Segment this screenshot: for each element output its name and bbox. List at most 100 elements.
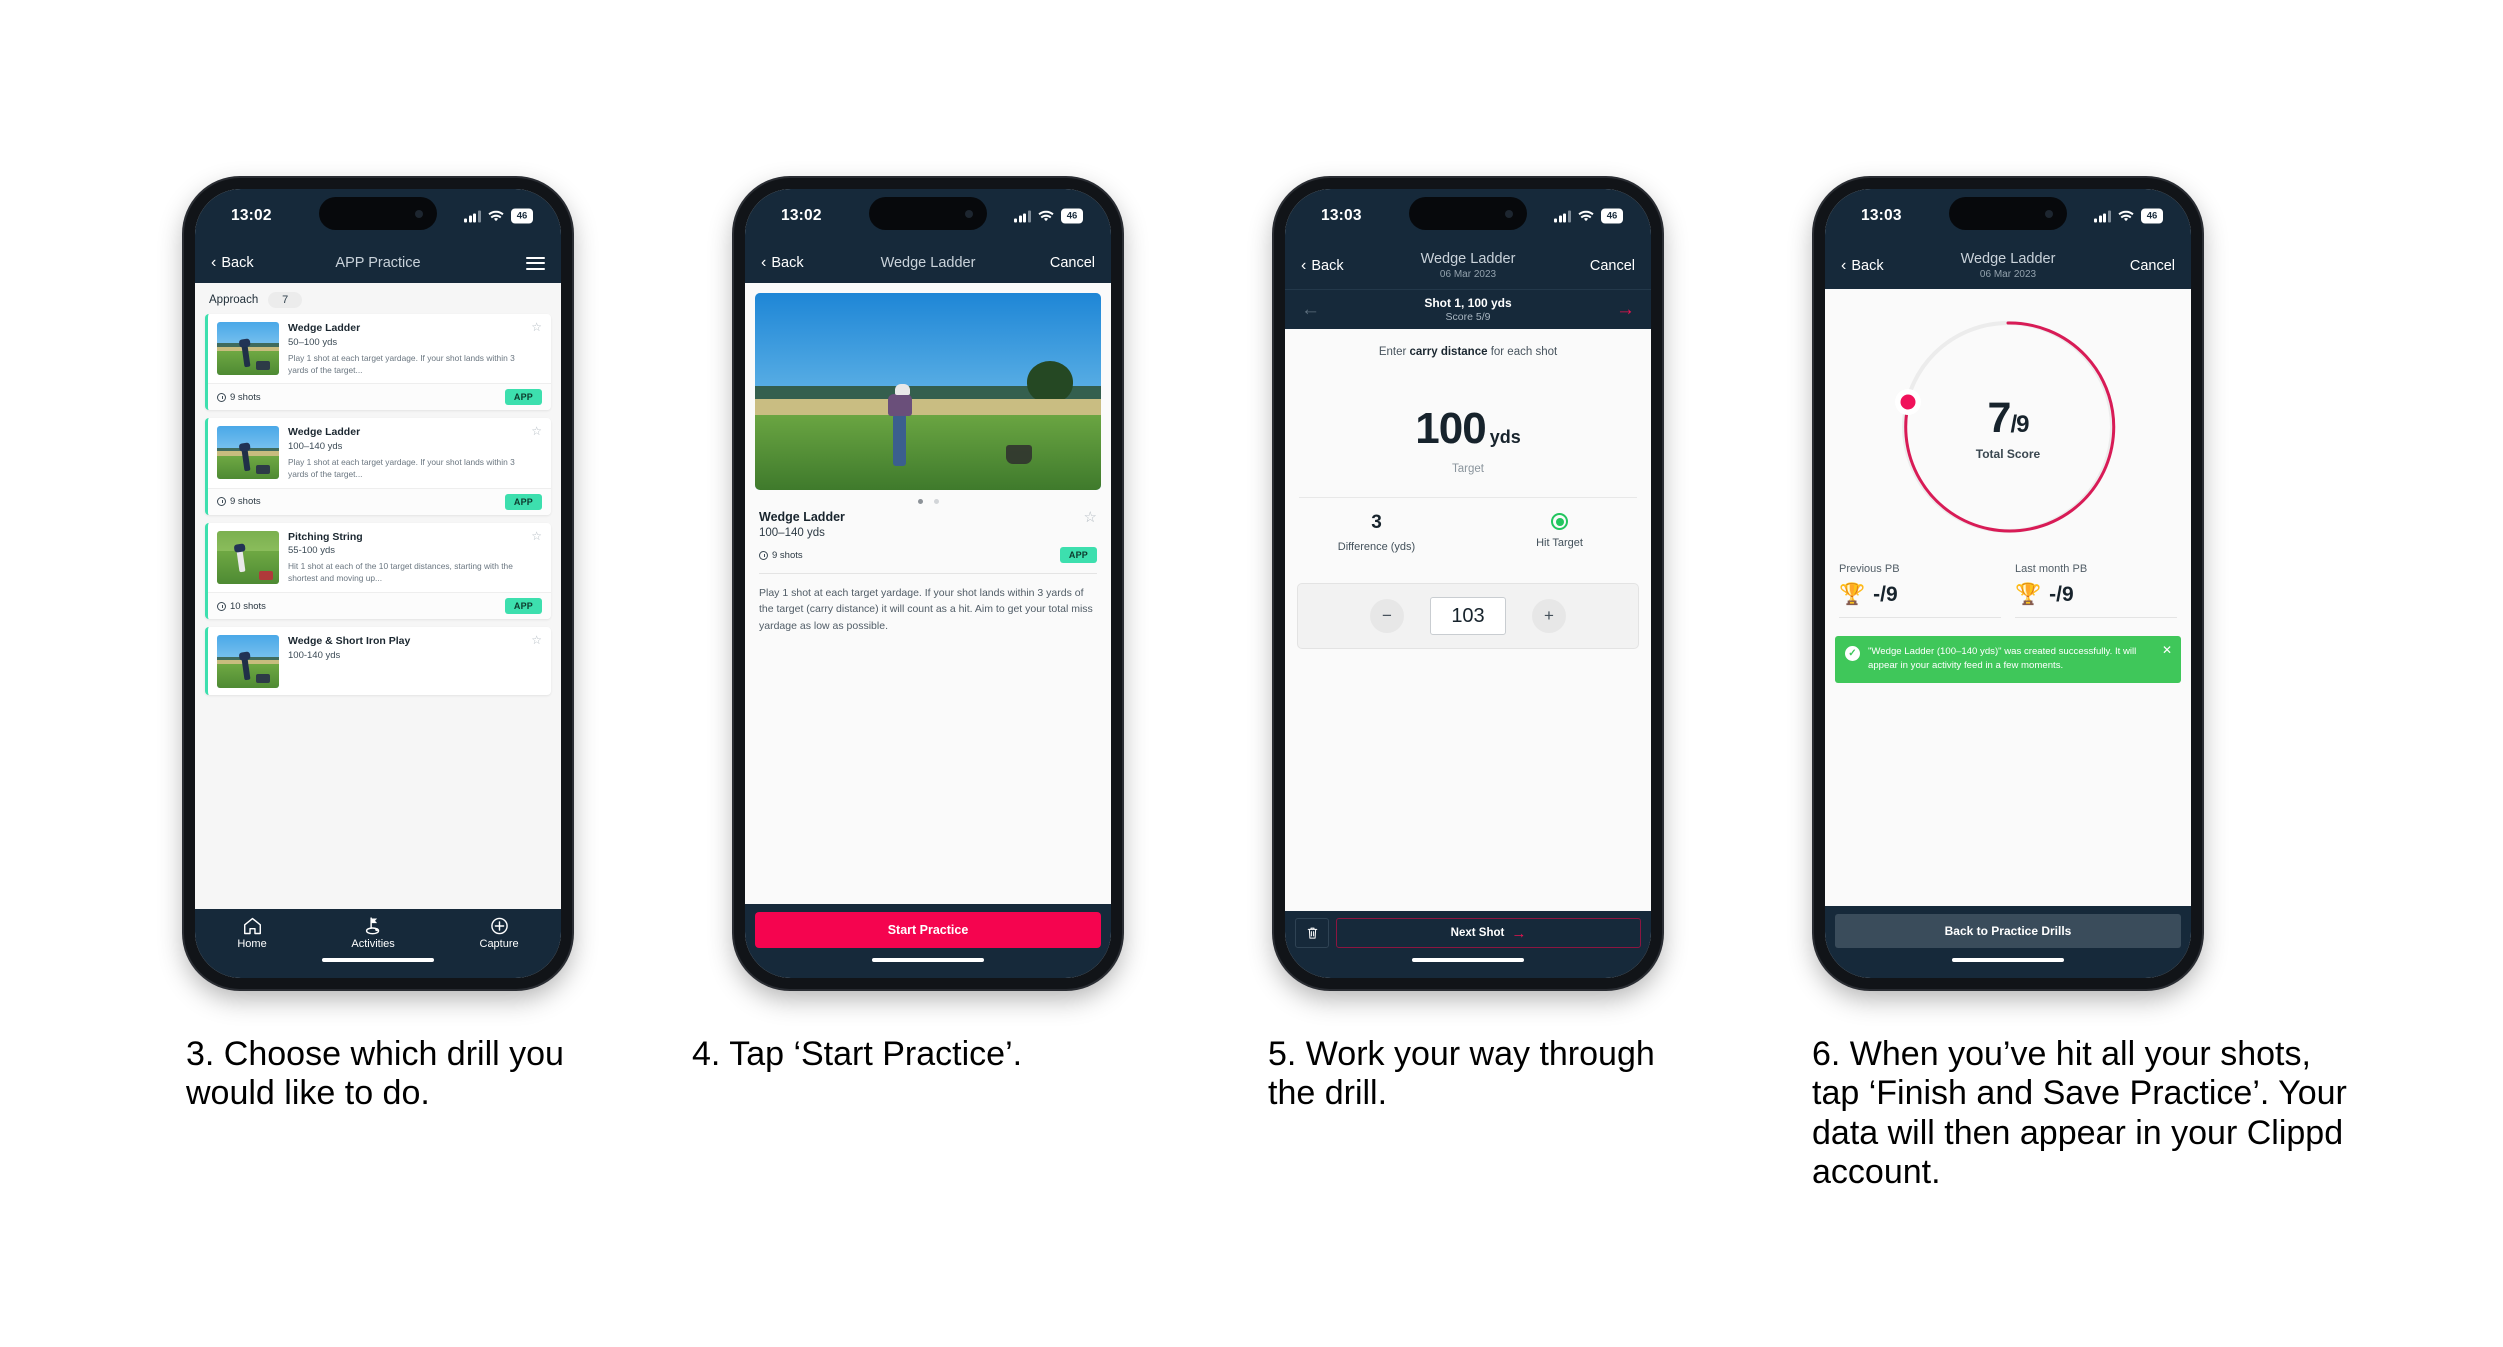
- tab-label: Activities: [351, 938, 395, 950]
- carousel-dots[interactable]: [745, 490, 1111, 510]
- page-title: Wedge Ladder: [880, 254, 976, 271]
- tab-activities[interactable]: Activities: [351, 917, 395, 950]
- nav-bar: ‹ Back Wedge Ladder Cancel: [745, 243, 1111, 283]
- decrement-button[interactable]: −: [1370, 599, 1404, 633]
- carousel-dot-active[interactable]: [917, 499, 923, 504]
- chevron-left-icon: ‹: [761, 254, 767, 271]
- favorite-star-icon[interactable]: ☆: [1084, 508, 1097, 526]
- caption-step-6: 6. When you’ve hit all your shots, tap ‘…: [1812, 1035, 2347, 1192]
- caption-step-3: 3. Choose which drill you would like to …: [186, 1035, 564, 1113]
- tutorial-sheet: 13:02 46 ‹ Back APP Practice Approach 7 …: [0, 0, 2503, 1347]
- status-badge: APP: [504, 598, 542, 615]
- entry-prompt: Enter carry distance for each shot: [1285, 329, 1651, 358]
- drill-description: Hit 1 shot at each of the 10 target dist…: [288, 561, 513, 584]
- hamburger-icon[interactable]: [526, 256, 545, 270]
- cancel-button[interactable]: Cancel: [2130, 258, 2175, 274]
- plus-circle-icon: [490, 917, 508, 935]
- target-caption: Target: [1452, 463, 1484, 475]
- prompt-post: for each shot: [1487, 346, 1558, 358]
- status-bar: 13:03 46: [1825, 189, 2191, 243]
- page-title: Wedge Ladder 06 Mar 2023: [1961, 251, 2056, 280]
- battery-indicator: 46: [1061, 208, 1083, 224]
- filter-label: Approach: [209, 294, 259, 306]
- dynamic-island: [1949, 197, 2067, 230]
- previous-pb: Previous PB 🏆 -/9: [1839, 563, 2001, 618]
- favorite-star-icon[interactable]: ☆: [531, 321, 542, 333]
- list-item[interactable]: ☆ Wedge Ladder 50–100 yds Play 1 shot at…: [205, 314, 551, 411]
- next-shot-icon[interactable]: →: [1616, 300, 1635, 319]
- chevron-left-icon: ‹: [1301, 257, 1307, 274]
- phone-shot-entry: 13:03 46 ‹ Back Wedge Ladder 06 Mar 2023…: [1274, 178, 1662, 989]
- back-button[interactable]: ‹ Back: [1301, 257, 1344, 275]
- phone-drill-detail: 13:02 46 ‹ Back Wedge Ladder Cancel ☆ We…: [734, 178, 1122, 989]
- start-practice-button[interactable]: Start Practice: [755, 912, 1101, 948]
- wifi-icon: [2118, 210, 2134, 221]
- delete-shot-button[interactable]: [1295, 918, 1329, 948]
- favorite-star-icon[interactable]: ☆: [531, 425, 542, 437]
- personal-best-row: Previous PB 🏆 -/9 Last month PB 🏆 -/9: [1825, 563, 2191, 618]
- drill-hero-image: [755, 293, 1101, 490]
- favorite-star-icon[interactable]: ☆: [531, 634, 542, 646]
- score-numerator: 7: [1987, 393, 2012, 442]
- filter-row: Approach 7: [195, 283, 561, 314]
- shot-count: 10 shots: [217, 601, 266, 612]
- nav-bar: ‹ Back Wedge Ladder 06 Mar 2023 Cancel: [1285, 243, 1651, 289]
- clock-icon: [759, 550, 768, 560]
- list-item[interactable]: ☆ Wedge Ladder 100–140 yds Play 1 shot a…: [205, 418, 551, 515]
- shot-count: 9 shots: [217, 496, 261, 507]
- next-shot-button[interactable]: Next Shot →: [1336, 918, 1641, 948]
- caption-step-4: 4. Tap ‘Start Practice’.: [692, 1035, 1023, 1073]
- front-camera-icon: [965, 209, 973, 218]
- status-badge: APP: [1059, 547, 1097, 563]
- status-badge: APP: [504, 389, 542, 406]
- wifi-icon: [1578, 210, 1594, 221]
- status-time: 13:03: [1861, 207, 1902, 224]
- cancel-button[interactable]: Cancel: [1590, 258, 1635, 274]
- status-time: 13:02: [231, 207, 272, 224]
- tab-capture[interactable]: Capture: [480, 917, 519, 950]
- hit-target-label: Hit Target: [1536, 537, 1583, 549]
- front-camera-icon: [2045, 209, 2053, 218]
- list-item[interactable]: ☆ Pitching String 55-100 yds Hit 1 shot …: [205, 522, 551, 620]
- increment-button[interactable]: +: [1532, 599, 1566, 633]
- success-toast: ✓ "Wedge Ladder (100–140 yds)" was creat…: [1835, 636, 2181, 683]
- arrow-right-icon: →: [1511, 924, 1527, 942]
- golf-flag-icon: [365, 917, 379, 935]
- cancel-button[interactable]: Cancel: [1050, 255, 1095, 271]
- trash-icon: [1307, 927, 1317, 939]
- back-to-practice-drills-button[interactable]: Back to Practice Drills: [1835, 914, 2181, 948]
- drill-description: Play 1 shot at each target yardage. If y…: [288, 352, 515, 375]
- last-month-pb-label: Last month PB: [2015, 563, 2088, 575]
- close-icon[interactable]: ✕: [2162, 644, 2172, 656]
- page-title: Wedge Ladder 06 Mar 2023: [1421, 251, 1516, 280]
- dynamic-island: [1409, 197, 1527, 230]
- drill-description: Play 1 shot at each target yardage. If y…: [288, 457, 515, 479]
- drill-thumbnail: [217, 426, 279, 480]
- cellular-signal-icon: [2094, 210, 2111, 222]
- prompt-emphasis: carry distance: [1409, 346, 1488, 358]
- filter-count[interactable]: 7: [268, 292, 303, 308]
- dynamic-island: [869, 197, 987, 230]
- previous-shot-icon[interactable]: ←: [1301, 300, 1320, 319]
- home-indicator: [1825, 952, 2191, 978]
- back-button[interactable]: ‹ Back: [1841, 258, 1884, 275]
- back-button[interactable]: ‹ Back: [211, 255, 254, 272]
- carry-distance-input[interactable]: 103: [1430, 597, 1506, 635]
- divider: [1839, 617, 2001, 618]
- list-item[interactable]: ☆ Wedge & Short Iron Play 100-140 yds: [205, 627, 551, 696]
- check-circle-icon: ✓: [1845, 646, 1860, 661]
- home-indicator: [195, 952, 561, 978]
- last-month-pb: Last month PB 🏆 -/9: [2015, 563, 2177, 618]
- next-shot-label: Next Shot: [1450, 927, 1505, 939]
- home-icon: [243, 917, 261, 935]
- difference-stat: 3 Difference (yds): [1285, 512, 1468, 553]
- favorite-star-icon[interactable]: ☆: [531, 530, 542, 542]
- nav-subtitle: 06 Mar 2023: [1439, 269, 1497, 281]
- phone-summary: 13:03 46 ‹ Back Wedge Ladder 06 Mar 2023…: [1814, 178, 2202, 989]
- battery-indicator: 46: [511, 208, 533, 224]
- difference-label: Difference (yds): [1337, 541, 1416, 553]
- back-button[interactable]: ‹ Back: [761, 254, 804, 272]
- carousel-dot[interactable]: [933, 499, 939, 504]
- status-bar: 13:02 46: [195, 189, 561, 243]
- tab-home[interactable]: Home: [237, 917, 267, 950]
